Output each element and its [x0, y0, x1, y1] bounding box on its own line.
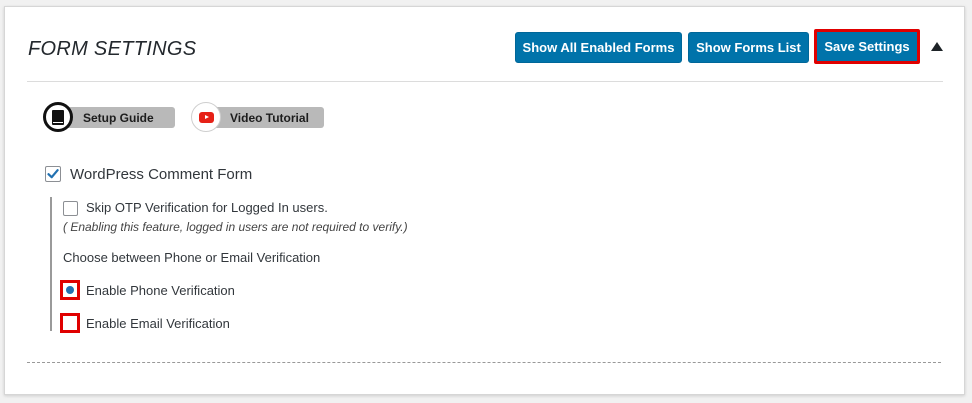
- save-settings-button[interactable]: Save Settings: [814, 29, 920, 64]
- wordpress-comment-form-checkbox[interactable]: [45, 166, 61, 182]
- email-verification-label: Enable Email Verification: [86, 316, 230, 331]
- skip-otp-checkbox[interactable]: [63, 201, 78, 216]
- panel-header: FORM SETTINGS Show All Enabled Forms Sho…: [27, 7, 943, 82]
- show-all-enabled-forms-button[interactable]: Show All Enabled Forms: [515, 32, 682, 63]
- verification-choice-text: Choose between Phone or Email Verificati…: [63, 250, 321, 265]
- checkmark-icon: [47, 169, 59, 179]
- video-tutorial-button[interactable]: Video Tutorial: [205, 107, 324, 128]
- setup-guide-button[interactable]: Setup Guide: [57, 107, 175, 128]
- radio-selected-dot: [66, 286, 74, 294]
- wordpress-comment-form-label: WordPress Comment Form: [70, 166, 253, 183]
- dashed-divider: [27, 362, 941, 363]
- skip-otp-label: Skip OTP Verification for Logged In user…: [86, 200, 328, 215]
- page-title: FORM SETTINGS: [28, 38, 197, 60]
- email-verification-radio[interactable]: [60, 313, 80, 333]
- setup-guide-label: Setup Guide: [83, 110, 154, 125]
- phone-verification-label: Enable Phone Verification: [86, 283, 235, 298]
- book-icon[interactable]: [43, 102, 73, 132]
- form-settings-panel: FORM SETTINGS Show All Enabled Forms Sho…: [4, 6, 965, 395]
- youtube-icon[interactable]: [191, 102, 221, 132]
- collapse-arrow-icon[interactable]: [931, 42, 943, 51]
- phone-verification-radio[interactable]: [60, 280, 80, 300]
- indent-divider: [50, 197, 52, 331]
- video-tutorial-label: Video Tutorial: [230, 110, 309, 125]
- show-forms-list-button[interactable]: Show Forms List: [688, 32, 809, 63]
- skip-otp-note: ( Enabling this feature, logged in users…: [63, 220, 408, 234]
